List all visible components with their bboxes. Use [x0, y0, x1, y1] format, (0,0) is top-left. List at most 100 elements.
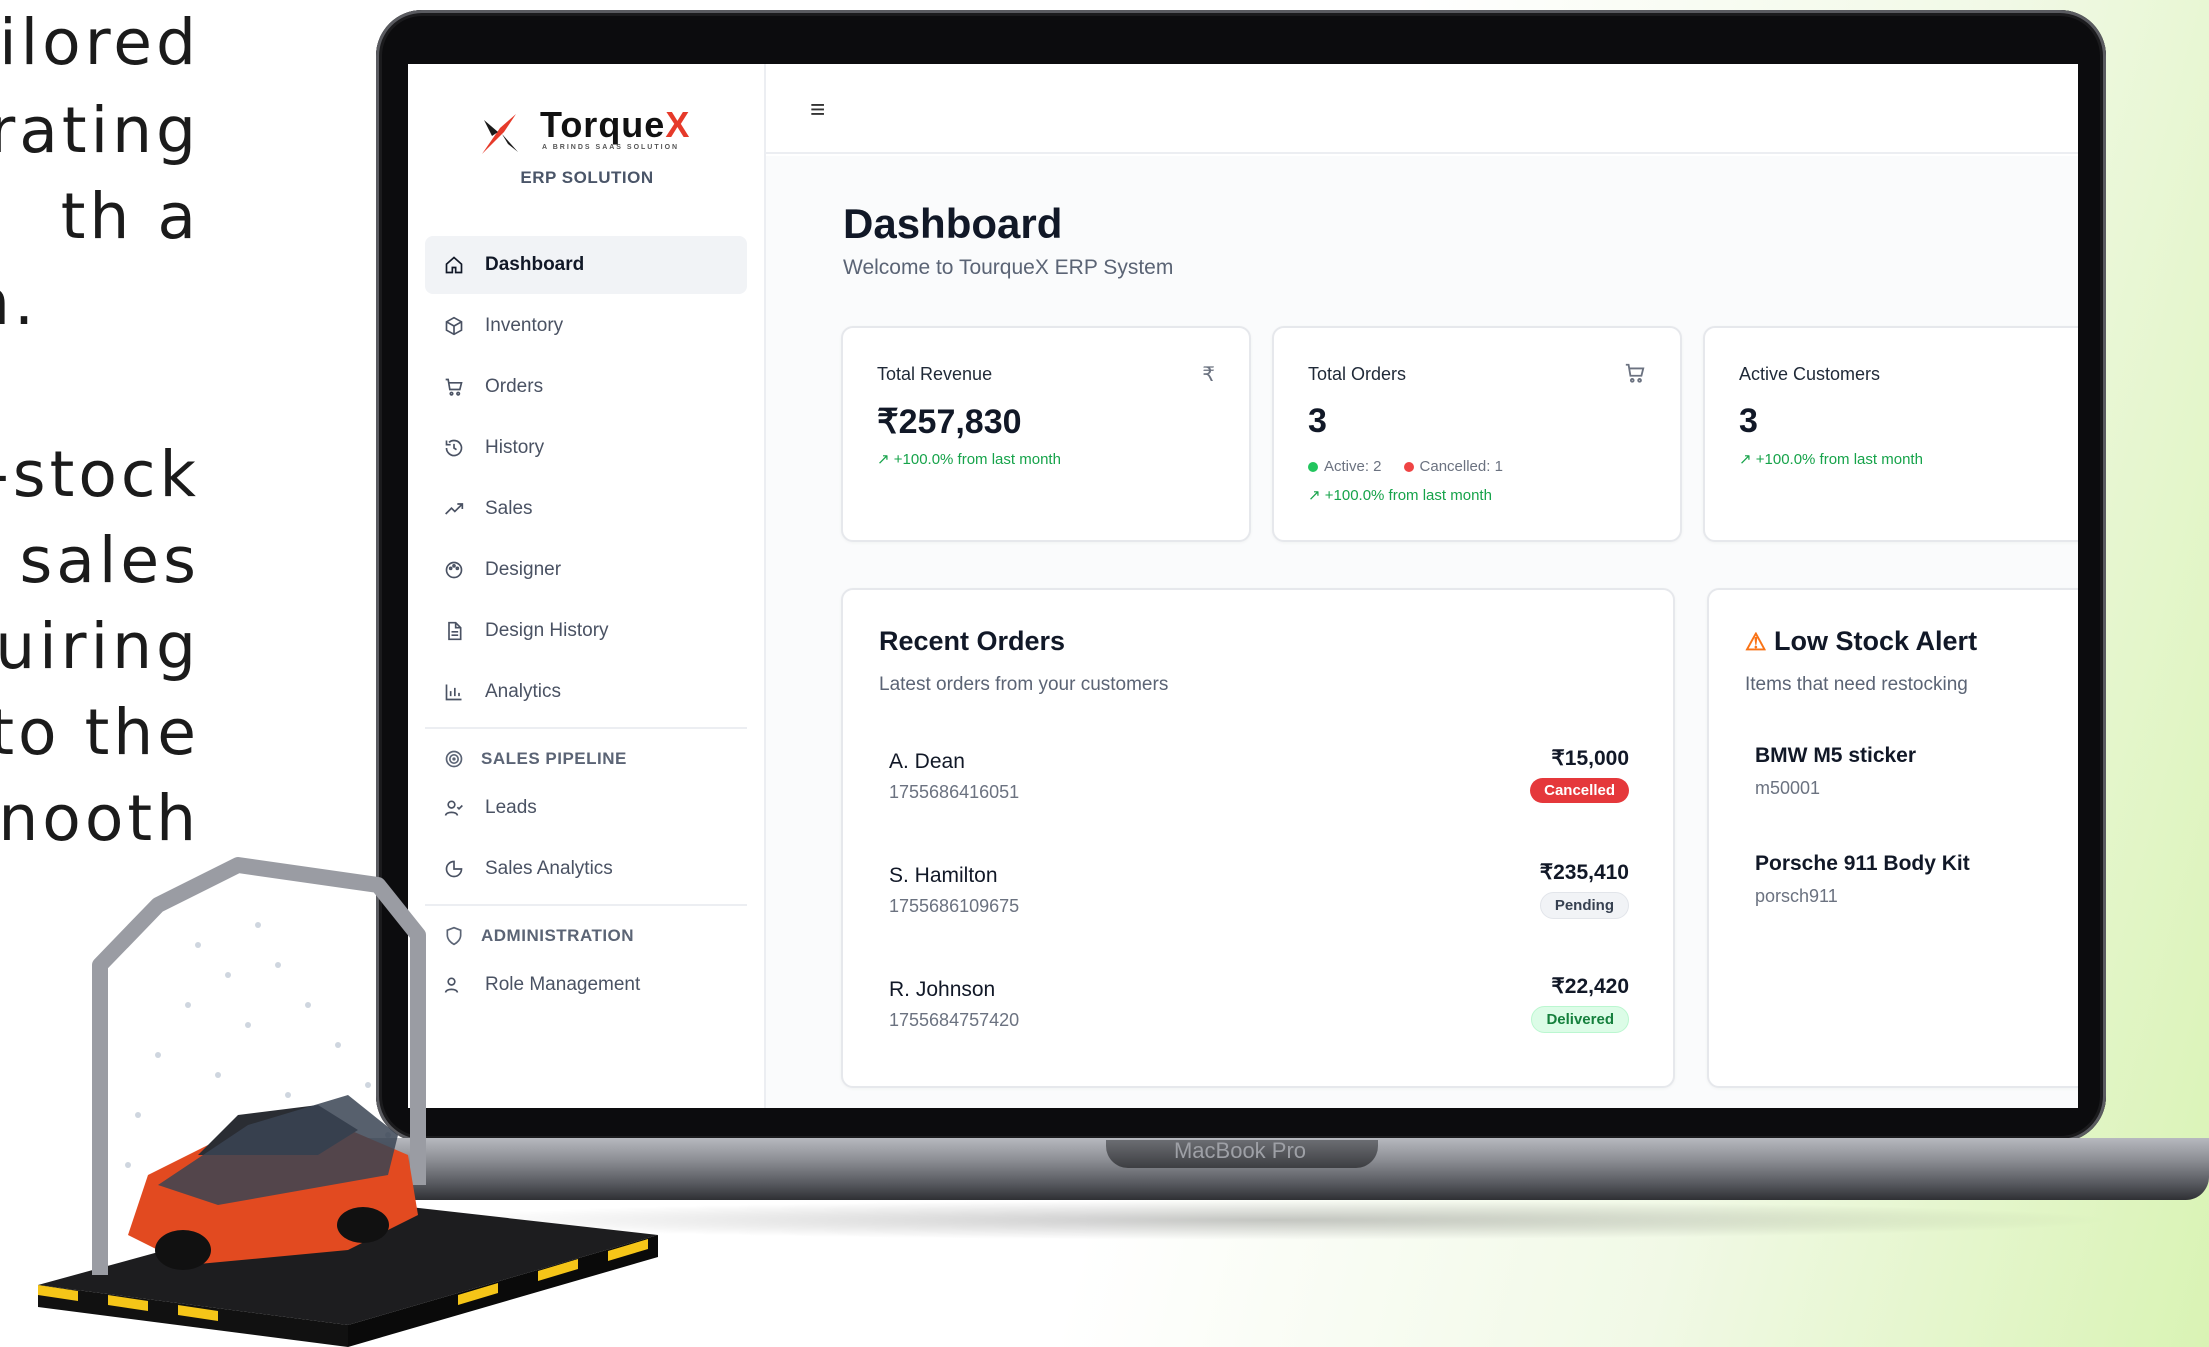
panel-subtitle: Latest orders from your customers	[879, 674, 1169, 695]
stat-title: Total Orders	[1308, 364, 1407, 384]
marketing-line: ilored	[0, 6, 200, 79]
top-bar: ≡	[766, 64, 2078, 154]
order-amount: ₹15,000	[1551, 747, 1629, 770]
marketing-line: n.	[0, 266, 38, 339]
order-amount: ₹22,420	[1551, 975, 1629, 998]
order-id: 1755684757420	[889, 1010, 1020, 1030]
panel-title: Recent Orders	[879, 626, 1066, 656]
marketing-line: rating	[0, 94, 200, 167]
active-count: Active: 2	[1308, 458, 1382, 475]
page-title: Dashboard	[843, 200, 1063, 247]
rupee-icon: ₹	[1202, 364, 1215, 386]
sidebar-item-dashboard[interactable]: Dashboard	[425, 236, 747, 294]
brand-subtitle: ERP SOLUTION	[520, 168, 654, 187]
sidebar-item-label: Sales	[485, 498, 533, 519]
sidebar-item-label: Design History	[485, 620, 609, 641]
order-amount: ₹235,410	[1539, 861, 1629, 884]
laptop-shadow	[420, 1200, 2120, 1240]
status-badge: Cancelled	[1530, 778, 1629, 803]
document-icon	[441, 618, 467, 644]
sidebar-item-label: Designer	[485, 559, 562, 580]
cancelled-count: Cancelled: 1	[1403, 458, 1503, 475]
brand-name-accent: X	[665, 104, 691, 145]
warning-icon: ⚠	[1745, 629, 1767, 656]
stat-title: Total Revenue	[877, 364, 993, 384]
sidebar-item-design-history[interactable]: Design History	[425, 602, 747, 660]
status-badge: Pending	[1539, 892, 1629, 919]
cart-icon	[441, 374, 467, 400]
stock-item-name: Porsche 911 Body Kit	[1755, 852, 1970, 875]
sidebar-item-label: Analytics	[485, 681, 562, 702]
bar-chart-icon	[441, 679, 467, 705]
panel-title: ⚠ Low Stock Alert	[1745, 626, 1977, 657]
marketing-line: sales	[19, 524, 200, 597]
brand-tagline: A BRINDS SAAS SOLUTION	[542, 144, 680, 151]
car-wash-illustration	[38, 857, 658, 1347]
active-count-text: Active: 2	[1324, 458, 1382, 475]
brand-name: TorqueX	[540, 104, 690, 146]
stock-item-name: BMW M5 sticker	[1755, 744, 1917, 767]
order-status-split: Active: 2 Cancelled: 1	[1308, 458, 1503, 475]
stock-item[interactable]: Porsche 911 Body Kit porsch911	[1755, 852, 1970, 907]
stat-trend: ↗ +100.0% from last month	[877, 451, 1061, 468]
sidebar-item-designer[interactable]: Designer	[425, 541, 747, 599]
device-label: MacBook Pro	[1173, 1138, 1307, 1163]
stat-title: Active Customers	[1739, 364, 1881, 384]
sidebar-item-label: History	[485, 437, 545, 458]
stat-trend: ↗ +100.0% from last month	[1308, 487, 1492, 504]
app-screen: TorqueX A BRINDS SAAS SOLUTION ERP SOLUT…	[408, 64, 2078, 1108]
trend-icon	[441, 496, 467, 522]
stat-value: ₹257,830	[877, 403, 1022, 441]
sidebar-item-sales[interactable]: Sales	[425, 480, 747, 538]
brand-name-main: Torque	[540, 104, 666, 145]
status-badge: Delivered	[1531, 1006, 1629, 1033]
marketing-line: -stock	[0, 438, 200, 511]
stat-card-revenue: Total Revenue ₹ ₹257,830 ↗ +100.0% from …	[841, 326, 1251, 542]
order-customer: S. Hamilton	[889, 864, 998, 887]
stock-item-sku: porsch911	[1755, 886, 1838, 906]
marketing-line: th a	[60, 180, 200, 253]
low-stock-title: Low Stock Alert	[1774, 626, 1978, 656]
brand-logo[interactable]: TorqueX A BRINDS SAAS SOLUTION	[478, 104, 718, 164]
box-icon	[441, 313, 467, 339]
order-row[interactable]: R. Johnson 1755684757420 ₹22,420 Deliver…	[889, 975, 1629, 1058]
marketing-line: to the	[0, 696, 200, 769]
sidebar-section-sales-pipeline[interactable]: SALES PIPELINE	[425, 739, 747, 779]
stat-value: 3	[1739, 402, 1758, 440]
green-dot-icon	[1308, 462, 1318, 473]
sidebar-item-label: Dashboard	[485, 254, 585, 275]
panel-subtitle: Items that need restocking	[1745, 674, 1968, 695]
stat-trend-text: +100.0% from last month	[1324, 487, 1492, 504]
page-subtitle: Welcome to TourqueX ERP System	[843, 256, 1174, 279]
marketing-text: ilored rating th a n. -stock sales uirin…	[0, 0, 200, 900]
stat-card-customers: Active Customers 3 ↗ +100.0% from last m…	[1703, 326, 2078, 542]
order-id: 1755686109675	[889, 896, 1020, 916]
sidebar-item-inventory[interactable]: Inventory	[425, 297, 747, 355]
stat-trend-text: +100.0% from last month	[1755, 451, 1923, 468]
home-icon	[441, 252, 467, 278]
order-row[interactable]: S. Hamilton 1755686109675 ₹235,410 Pendi…	[889, 861, 1629, 944]
stat-trend-text: +100.0% from last month	[893, 451, 1061, 468]
section-label: SALES PIPELINE	[481, 749, 627, 768]
stock-item[interactable]: BMW M5 sticker m50001	[1755, 744, 1916, 799]
history-icon	[441, 435, 467, 461]
palette-icon	[441, 557, 467, 583]
sidebar-item-analytics[interactable]: Analytics	[425, 663, 747, 721]
cancelled-count-text: Cancelled: 1	[1419, 458, 1503, 475]
stat-trend: ↗ +100.0% from last month	[1739, 451, 1923, 468]
hamburger-icon[interactable]: ≡	[810, 94, 825, 125]
order-row[interactable]: A. Dean 1755686416051 ₹15,000 Cancelled	[889, 747, 1629, 830]
marketing-line: uiring	[0, 610, 200, 683]
sidebar-divider	[425, 727, 747, 729]
sidebar-item-history[interactable]: History	[425, 419, 747, 477]
stock-item-sku: m50001	[1755, 778, 1821, 798]
sidebar-item-leads[interactable]: Leads	[425, 779, 747, 837]
marketing-line: nooth	[0, 782, 200, 855]
stat-value: 3	[1308, 402, 1327, 440]
red-dot-icon	[1403, 462, 1414, 473]
logo-mark-icon	[482, 114, 518, 154]
order-customer: R. Johnson	[889, 978, 996, 1001]
sidebar-item-orders[interactable]: Orders	[425, 358, 747, 416]
target-icon	[441, 749, 467, 769]
user-check-icon	[441, 795, 467, 821]
